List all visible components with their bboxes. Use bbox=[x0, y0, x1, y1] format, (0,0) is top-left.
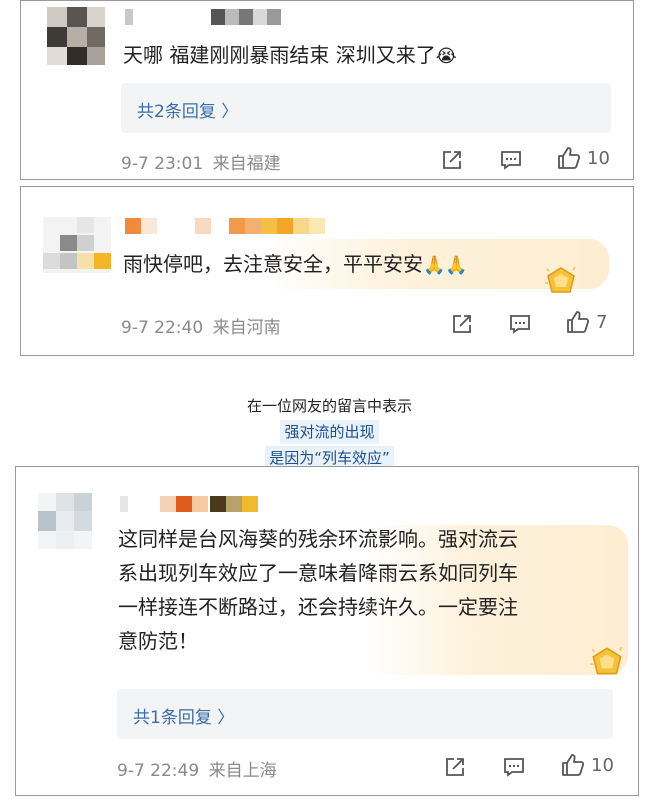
avatar[interactable] bbox=[38, 493, 92, 549]
like-button[interactable]: 7 bbox=[566, 310, 607, 334]
caption-text: 在一位网友的留言中表示 bbox=[246, 397, 412, 415]
comment-card-3: 这同样是台风海葵的残余环流影响。强对流云 系出现列车效应了一意味着降雨云系如同列… bbox=[15, 466, 639, 796]
comment-text-line: 意防范！ bbox=[118, 629, 198, 653]
comment-icon bbox=[501, 151, 521, 170]
share-button[interactable] bbox=[441, 149, 463, 171]
username-obscured[interactable] bbox=[125, 9, 285, 25]
timestamp: 9-7 22:40 bbox=[121, 318, 204, 338]
username-obscured[interactable] bbox=[125, 218, 355, 234]
comment-meta: 9-7 23:01 来自福建 bbox=[121, 149, 281, 174]
replies-label: 共1条回复 〉 bbox=[133, 708, 235, 728]
like-icon bbox=[558, 147, 581, 169]
comment-text-line: 系出现列车效应了一意味着降雨云系如同列车 bbox=[118, 561, 518, 585]
share-icon bbox=[443, 151, 461, 169]
caption-line-2: 强对流的出现 bbox=[0, 420, 659, 444]
share-button[interactable] bbox=[444, 756, 466, 778]
share-button[interactable] bbox=[451, 313, 473, 335]
comment-button[interactable] bbox=[509, 313, 531, 335]
comment-text-content: 雨快停吧，去注意安全，平平安安 bbox=[123, 252, 423, 276]
comment-text: 这同样是台风海葵的残余环流影响。强对流云 系出现列车效应了一意味着降雨云系如同列… bbox=[118, 522, 618, 658]
praying-hands-emoji-icon: 🙏🙏 bbox=[423, 255, 468, 276]
comment-button[interactable] bbox=[500, 149, 522, 171]
replies-button[interactable]: 共1条回复 〉 bbox=[117, 689, 613, 739]
like-button[interactable]: 10 bbox=[557, 146, 610, 170]
location: 来自福建 bbox=[212, 154, 281, 174]
like-count: 10 bbox=[591, 754, 614, 776]
comment-card-1: 天哪 福建刚刚暴雨结束 深圳又来了😭 共2条回复 〉 9-7 23:01 来自福… bbox=[20, 0, 634, 180]
like-count: 10 bbox=[587, 147, 610, 169]
location: 来自上海 bbox=[208, 761, 277, 781]
comment-text-line: 这同样是台风海葵的残余环流影响。强对流云 bbox=[118, 527, 518, 551]
vip-gem-badge-icon bbox=[590, 646, 623, 675]
like-button[interactable]: 10 bbox=[561, 753, 614, 777]
timestamp: 9-7 22:49 bbox=[117, 761, 200, 781]
comment-text: 天哪 福建刚刚暴雨结束 深圳又来了😭 bbox=[123, 38, 623, 74]
comment-meta: 9-7 22:40 来自河南 bbox=[121, 313, 281, 338]
location: 来自河南 bbox=[212, 318, 281, 338]
replies-label: 共2条回复 〉 bbox=[137, 102, 239, 122]
like-icon bbox=[567, 311, 590, 333]
share-icon bbox=[446, 758, 464, 776]
avatar[interactable] bbox=[43, 217, 111, 273]
timestamp: 9-7 23:01 bbox=[121, 154, 204, 174]
comment-text-content: 天哪 福建刚刚暴雨结束 深圳又来了 bbox=[123, 43, 436, 67]
comment-icon bbox=[510, 315, 530, 334]
comment-button[interactable] bbox=[503, 756, 525, 778]
comment-meta: 9-7 22:49 来自上海 bbox=[117, 756, 277, 781]
vip-gem-badge-icon bbox=[545, 266, 576, 293]
crying-emoji-icon: 😭 bbox=[435, 46, 457, 67]
avatar[interactable] bbox=[47, 7, 105, 65]
caption-text: 强对流的出现 bbox=[280, 420, 379, 444]
comment-icon bbox=[504, 758, 524, 777]
username-obscured[interactable] bbox=[120, 496, 270, 512]
like-count: 7 bbox=[596, 311, 608, 333]
share-icon bbox=[453, 315, 471, 333]
caption-line-1: 在一位网友的留言中表示 bbox=[0, 394, 659, 418]
like-icon bbox=[562, 754, 585, 776]
comment-card-2: 雨快停吧，去注意安全，平平安安🙏🙏 9-7 22:40 来自河南 7 bbox=[20, 186, 634, 356]
comment-text-line: 一样接连不断路过，还会持续许久。一定要注 bbox=[118, 595, 518, 619]
replies-button[interactable]: 共2条回复 〉 bbox=[121, 83, 611, 133]
